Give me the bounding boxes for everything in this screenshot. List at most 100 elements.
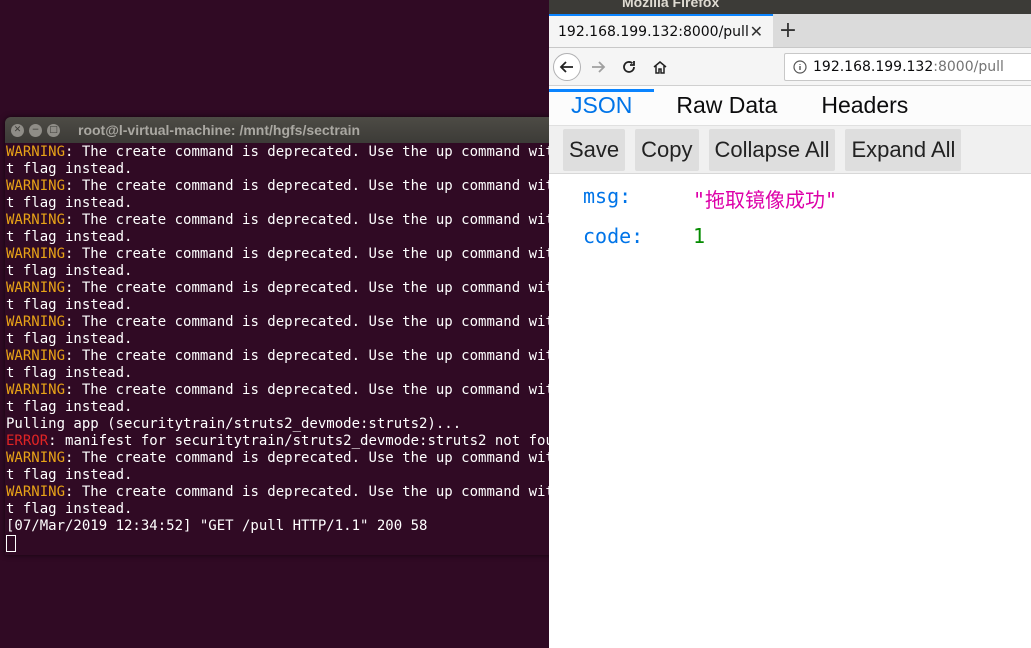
terminal-cursor [6,535,16,552]
home-button[interactable] [646,53,674,81]
firefox-title: Mozilla Firefox [622,0,720,10]
terminal-line-text: t flag instead. [6,161,133,177]
collapse-all-button[interactable]: Collapse All [708,128,836,171]
terminal-line-text: : manifest for securitytrain/struts2_dev… [48,433,571,449]
tab-pull[interactable]: 192.168.199.132:8000/pull ✕ [549,14,773,47]
terminal-line: WARNING: The create command is deprecate… [6,450,575,467]
terminal-line: ERROR: manifest for securitytrain/struts… [6,433,575,450]
terminal-line-text: t flag instead. [6,229,133,245]
terminal-line-text: t flag instead. [6,399,133,415]
terminal-line-text: : The create command is deprecated. Use … [65,484,575,500]
json-viewer-tabs: JSON Raw Data Headers [549,86,1031,126]
terminal-line-text: [07/Mar/2019 12:34:52] "GET /pull HTTP/1… [6,518,428,534]
arrow-left-icon [559,60,573,73]
terminal-line-text: t flag instead. [6,365,133,381]
terminal-line: t flag instead. [6,297,575,314]
terminal-line: WARNING: The create command is deprecate… [6,178,575,195]
terminal-line-text: : The create command is deprecated. Use … [65,144,575,160]
terminal-titlebar[interactable]: ✕ − □ root@l-virtual-machine: /mnt/hgfs/… [5,117,575,143]
tab-raw-data[interactable]: Raw Data [654,89,799,125]
terminal-line: t flag instead. [6,161,575,178]
info-icon[interactable] [793,60,807,74]
terminal-line-text: t flag instead. [6,297,133,313]
warning-label: WARNING [6,314,66,330]
tab-headers[interactable]: Headers [799,89,930,125]
terminal-line: t flag instead. [6,229,575,246]
close-tab-icon[interactable]: ✕ [750,22,763,41]
terminal-line-text: : The create command is deprecated. Use … [65,382,575,398]
json-value: "拖取镜像成功" [693,188,838,212]
json-key: msg: [583,184,632,208]
terminal-line: t flag instead. [6,331,575,348]
url-host: 192.168.199.132 [813,59,934,75]
reload-icon [623,60,635,73]
maximize-icon[interactable]: □ [47,123,60,137]
json-key: code: [583,224,644,248]
url-path: :8000/pull [933,59,1004,75]
terminal-line: WARNING: The create command is deprecate… [6,382,575,399]
terminal-line: Pulling app (securitytrain/struts2_devmo… [6,416,575,433]
warning-label: WARNING [6,212,66,228]
terminal-line: WARNING: The create command is deprecate… [6,314,575,331]
terminal-line-text: : The create command is deprecated. Use … [65,314,575,330]
terminal-line-text: t flag instead. [6,195,133,211]
expand-all-button[interactable]: Expand All [845,128,962,171]
warning-label: WARNING [6,178,66,194]
warning-label: WARNING [6,450,66,466]
arrow-right-icon [592,60,606,73]
new-tab-icon[interactable]: + [773,14,803,47]
terminal-line-text: t flag instead. [6,331,133,347]
terminal-line-text: : The create command is deprecated. Use … [65,450,575,466]
copy-button[interactable]: Copy [635,128,699,171]
terminal-line: t flag instead. [6,467,575,484]
terminal-line: t flag instead. [6,399,575,416]
warning-label: WARNING [6,382,66,398]
warning-label: WARNING [6,484,66,500]
terminal-line-text: t flag instead. [6,501,133,517]
firefox-window[interactable]: Mozilla Firefox 192.168.199.132:8000/pul… [549,0,1031,648]
forward-button[interactable] [584,53,612,81]
terminal-line-text: : The create command is deprecated. Use … [65,246,575,262]
json-row[interactable]: code: 1 [583,224,705,248]
navigation-bar: 192.168.199.132:8000/pull [549,48,1031,86]
terminal-line-text: : The create command is deprecated. Use … [65,280,575,296]
terminal-line: WARNING: The create command is deprecate… [6,212,575,229]
json-value: 1 [693,224,706,248]
terminal-line: WARNING: The create command is deprecate… [6,246,575,263]
minimize-icon[interactable]: − [29,123,42,137]
terminal-prompt-line [6,535,575,554]
tab-bar: 192.168.199.132:8000/pull ✕ + [549,14,1031,48]
terminal-line-text: t flag instead. [6,467,133,483]
terminal-line-text: : The create command is deprecated. Use … [65,178,575,194]
tab-title: 192.168.199.132:8000/pull [558,23,749,40]
error-label: ERROR [6,433,49,449]
terminal-line: t flag instead. [6,365,575,382]
warning-label: WARNING [6,348,66,364]
terminal-line-text: : The create command is deprecated. Use … [65,212,575,228]
terminal-line: WARNING: The create command is deprecate… [6,484,575,501]
json-viewer-toolbar: Save Copy Collapse All Expand All [549,126,1031,174]
terminal-line: WARNING: The create command is deprecate… [6,348,575,365]
terminal-line: t flag instead. [6,501,575,518]
terminal-line-text: t flag instead. [6,263,133,279]
firefox-titlebar[interactable]: Mozilla Firefox [549,0,1031,14]
json-row[interactable]: msg: "拖取镜像成功" [583,184,837,213]
terminal-title: root@l-virtual-machine: /mnt/hgfs/sectra… [78,122,361,138]
terminal-window[interactable]: ✕ − □ root@l-virtual-machine: /mnt/hgfs/… [5,117,575,555]
terminal-line: WARNING: The create command is deprecate… [6,144,575,161]
terminal-line: WARNING: The create command is deprecate… [6,280,575,297]
close-icon[interactable]: ✕ [11,123,24,137]
terminal-output[interactable]: WARNING: The create command is deprecate… [6,144,575,555]
url-bar[interactable]: 192.168.199.132:8000/pull [784,53,1031,81]
save-button[interactable]: Save [563,128,626,171]
terminal-line: [07/Mar/2019 12:34:52] "GET /pull HTTP/1… [6,518,575,535]
terminal-line: t flag instead. [6,195,575,212]
tab-json[interactable]: JSON [549,89,655,125]
warning-label: WARNING [6,280,66,296]
back-button[interactable] [553,52,581,81]
terminal-line-text: : The create command is deprecated. Use … [65,348,575,364]
home-icon [653,60,667,74]
warning-label: WARNING [6,144,66,160]
terminal-line-text: Pulling app (securitytrain/struts2_devmo… [6,416,462,432]
reload-button[interactable] [615,53,643,81]
